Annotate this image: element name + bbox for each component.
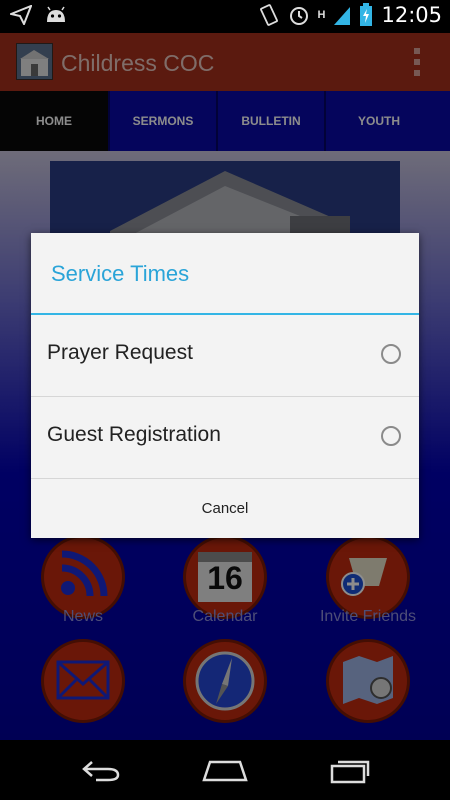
signal-icon	[334, 7, 351, 25]
option-label: Guest Registration	[47, 423, 221, 446]
android-icon	[47, 6, 65, 22]
home-icon	[202, 760, 248, 782]
home-button[interactable]	[197, 752, 253, 788]
option-guest-registration[interactable]: Guest Registration	[31, 397, 419, 477]
option-label: Prayer Request	[47, 341, 193, 364]
radio-button[interactable]	[381, 344, 401, 364]
recents-button[interactable]	[322, 752, 378, 788]
battery-charging-icon	[360, 3, 373, 26]
vibrate-icon	[259, 4, 278, 26]
back-icon	[82, 761, 120, 782]
status-left	[10, 5, 68, 25]
radio-button[interactable]	[381, 426, 401, 446]
navigation-bar	[0, 740, 450, 800]
status-bar: H 12:05	[0, 0, 450, 33]
back-button[interactable]	[72, 752, 128, 788]
status-right: H 12:05	[258, 3, 442, 27]
cancel-button[interactable]: Cancel	[31, 478, 419, 538]
send-icon	[10, 5, 32, 25]
option-prayer-request[interactable]: Prayer Request	[31, 315, 419, 395]
recents-icon	[330, 760, 370, 784]
status-clock: 12:05	[381, 3, 442, 27]
network-type: H	[317, 9, 326, 21]
alarm-icon	[289, 7, 308, 25]
dialog-title: Service Times	[51, 261, 190, 286]
service-times-dialog: Service Times Prayer Request Guest Regis…	[31, 233, 419, 538]
